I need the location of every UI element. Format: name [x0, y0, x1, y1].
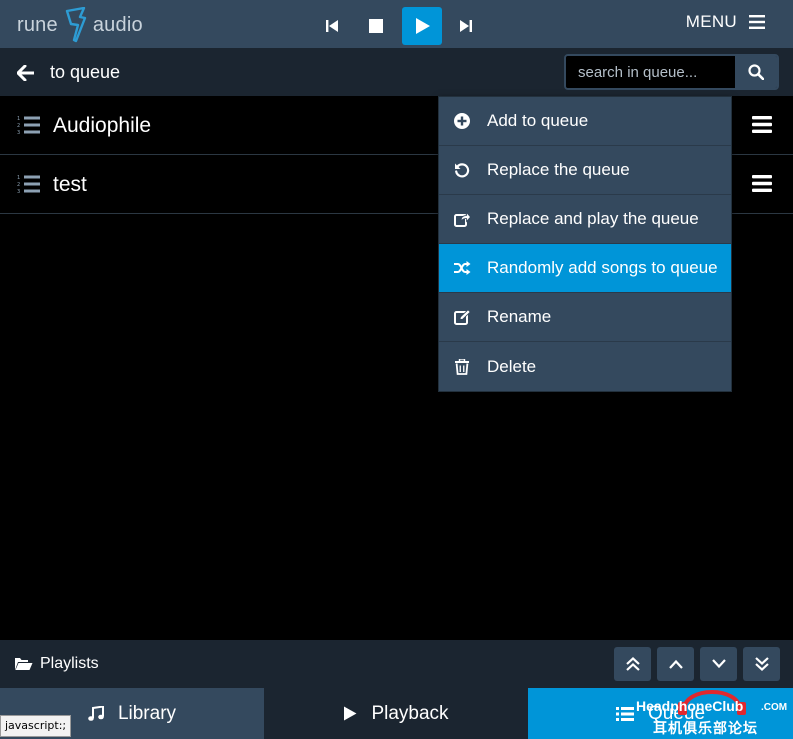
browser-status-bar: javascript:;: [0, 715, 72, 737]
sub-header: to queue: [0, 48, 793, 96]
skip-back-icon: [326, 20, 338, 32]
hamburger-icon: [749, 15, 765, 29]
double-chevron-down-icon: [754, 657, 769, 671]
ordered-list-icon: 1 2 3: [17, 116, 40, 135]
svg-text:1: 1: [17, 175, 20, 181]
folder-open-icon: [15, 658, 33, 670]
previous-button[interactable]: [312, 7, 352, 45]
stop-icon: [369, 19, 383, 33]
svg-text:1: 1: [17, 116, 20, 122]
ordered-list-icon: 1 2 3: [17, 175, 40, 194]
next-button[interactable]: [446, 7, 486, 45]
menu-item-label: Delete: [487, 356, 537, 376]
transport-controls: [312, 7, 490, 45]
playlist-menu-icon[interactable]: [752, 175, 772, 192]
back-to-queue-button[interactable]: to queue: [17, 62, 120, 83]
plus-circle-icon: [453, 112, 471, 130]
search-input[interactable]: [566, 56, 735, 88]
logo-text-rune: rune: [17, 13, 58, 36]
menu-item-label: Rename: [487, 307, 552, 326]
tab-playback[interactable]: Playback: [264, 688, 528, 739]
playlist-context-menu: Add to queue Replace the queue Replace a…: [438, 96, 732, 392]
logo-mark-icon: [65, 7, 87, 43]
play-icon: [343, 706, 357, 721]
menu-item-add-to-queue[interactable]: Add to queue: [439, 97, 731, 146]
back-label: to queue: [50, 62, 121, 82]
double-chevron-up-icon: [625, 657, 640, 671]
svg-text:2: 2: [17, 182, 20, 188]
logo[interactable]: rune audio: [17, 7, 143, 43]
chevron-down-icon: [711, 659, 726, 669]
menu-item-replace-queue[interactable]: Replace the queue: [439, 146, 731, 195]
menu-item-replace-and-play[interactable]: Replace and play the queue: [439, 195, 731, 244]
playlists-label: Playlists: [40, 655, 99, 672]
playlists-breadcrumb[interactable]: Playlists: [14, 655, 99, 673]
svg-text:3: 3: [17, 130, 20, 135]
menu-item-random-add[interactable]: Randomly add songs to queue: [439, 244, 731, 293]
playlist-menu-icon[interactable]: [752, 116, 772, 133]
search-box: [564, 54, 779, 90]
menu-item-delete[interactable]: Delete: [439, 342, 731, 391]
search-button[interactable]: [735, 56, 777, 88]
watermark-chinese: 耳机俱乐部论坛: [653, 720, 758, 736]
music-note-icon: [88, 705, 104, 722]
menu-item-label: Replace the queue: [487, 160, 630, 179]
undo-icon: [453, 161, 471, 179]
play-icon: [415, 18, 430, 34]
arrow-left-icon: [17, 64, 34, 81]
tab-playback-label: Playback: [371, 702, 449, 724]
watermark: HeadphoneClub .COM 耳机俱乐部论坛: [636, 676, 793, 736]
logo-text-audio: audio: [92, 13, 143, 36]
playlist-name: Audiophile: [53, 114, 152, 137]
svg-text:2: 2: [17, 123, 20, 129]
play-button[interactable]: [402, 7, 442, 45]
tab-library-label: Library: [117, 702, 177, 724]
watermark-text: HeadphoneClub: [636, 698, 744, 714]
menu-item-label: Replace and play the queue: [487, 209, 699, 228]
stop-button[interactable]: [356, 7, 396, 45]
list-icon: [615, 706, 634, 721]
menu-button[interactable]: MENU: [686, 12, 765, 32]
share-icon: [453, 210, 471, 228]
top-bar: rune audio MENU: [0, 0, 793, 48]
app-root: rune audio MENU to queue search in queue…: [0, 0, 793, 739]
chevron-up-icon: [668, 659, 683, 669]
search-icon: [748, 64, 764, 80]
watermark-domain: .COM: [761, 702, 788, 713]
edit-icon: [453, 308, 471, 326]
skip-forward-icon: [460, 20, 472, 32]
shuffle-icon: [453, 259, 471, 277]
svg-text:3: 3: [17, 189, 20, 194]
playlist-name: test: [53, 173, 87, 196]
menu-item-label: Randomly add songs to queue: [487, 258, 718, 277]
menu-item-rename[interactable]: Rename: [439, 293, 731, 342]
menu-label: MENU: [685, 12, 737, 31]
trash-icon: [453, 358, 471, 376]
menu-item-label: Add to queue: [487, 111, 589, 130]
